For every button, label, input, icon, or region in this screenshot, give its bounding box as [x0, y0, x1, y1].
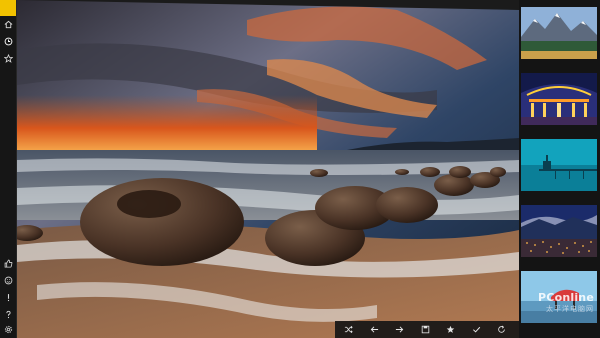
- app-window: PConline 太平洋电脑网: [0, 0, 600, 338]
- star-icon[interactable]: [441, 321, 459, 338]
- thumbs-up-icon[interactable]: [0, 255, 16, 271]
- thumbnail-mountain-lake[interactable]: [521, 7, 597, 59]
- help-icon[interactable]: [0, 306, 16, 322]
- nav-rail: [0, 0, 17, 338]
- thumbnail-neon-building[interactable]: [521, 73, 597, 125]
- seascape-photo: [17, 0, 519, 338]
- thumbnail-pier-blue[interactable]: [521, 139, 597, 191]
- check-icon[interactable]: [467, 321, 485, 338]
- arrow-right-icon[interactable]: [390, 321, 408, 338]
- gear-icon[interactable]: [0, 321, 16, 337]
- command-bar: [335, 321, 519, 338]
- refresh-icon[interactable]: [492, 321, 510, 338]
- save-icon[interactable]: [416, 321, 434, 338]
- arrow-left-icon[interactable]: [365, 321, 383, 338]
- exclamation-icon[interactable]: [0, 289, 16, 305]
- thumbnail-night-city[interactable]: [521, 205, 597, 257]
- filmstrip: PConline 太平洋电脑网: [519, 0, 600, 338]
- star-icon[interactable]: [0, 50, 16, 66]
- home-icon[interactable]: [0, 16, 16, 32]
- thumbnail-festival-stage[interactable]: [521, 271, 597, 323]
- clock-icon[interactable]: [0, 33, 16, 49]
- shuffle-icon[interactable]: [339, 321, 357, 338]
- smiley-icon[interactable]: [0, 272, 16, 288]
- brand-tile[interactable]: [0, 0, 16, 16]
- photo-viewer: [17, 0, 519, 338]
